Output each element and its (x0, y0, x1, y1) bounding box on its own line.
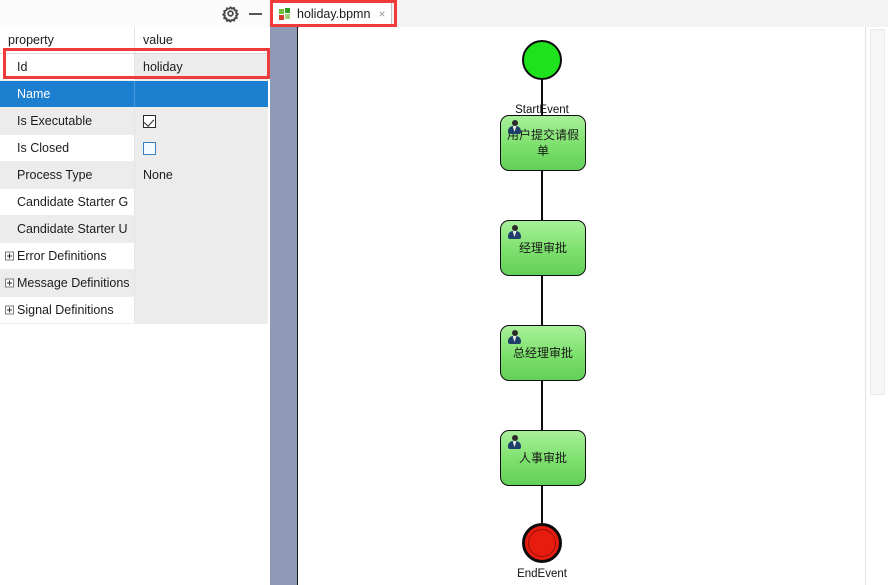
is-executable-checkbox[interactable] (143, 114, 156, 128)
row-label-name: Name (0, 81, 135, 107)
application-window: holiday.bpmn × property value Id holiday… (0, 0, 888, 585)
user-task-icon (507, 120, 522, 135)
row-value-is-executable[interactable] (135, 108, 268, 134)
row-label-candidate-starter-g: Candidate Starter G (0, 189, 135, 215)
properties-table-empty-area (0, 372, 268, 585)
gear-icon[interactable] (221, 4, 240, 23)
topbar-right-filler (865, 0, 888, 27)
row-label-error-definitions: Error Definitions (0, 243, 135, 269)
row-value-error-definitions[interactable] (135, 243, 268, 269)
row-value-process-type[interactable]: None (135, 162, 268, 188)
task-node-4[interactable]: 人事审批 (500, 430, 586, 486)
table-row[interactable]: Id holiday (0, 54, 268, 81)
close-icon[interactable]: × (378, 8, 385, 20)
top-bar: holiday.bpmn × (0, 0, 888, 28)
table-row[interactable]: Signal Definitions (0, 297, 268, 324)
table-row[interactable]: Error Definitions (0, 243, 268, 270)
task-label: 人事审批 (518, 451, 567, 465)
panel-divider-scrollbar[interactable] (268, 27, 298, 585)
task-node-2[interactable]: 经理审批 (500, 220, 586, 276)
table-row[interactable]: Is Closed (0, 135, 268, 162)
table-row[interactable]: Name (0, 81, 268, 108)
row-value-id[interactable]: holiday (135, 54, 268, 80)
tab-label: holiday.bpmn (297, 6, 371, 21)
row-label-message-definitions: Message Definitions (0, 270, 135, 296)
row-label-is-executable: Is Executable (0, 108, 135, 134)
end-event-label: EndEvent (517, 568, 567, 580)
table-row[interactable]: Message Definitions (0, 270, 268, 297)
user-task-icon (507, 330, 522, 345)
table-row[interactable]: Is Executable (0, 108, 268, 135)
canvas-vertical-scrollbar[interactable] (865, 27, 888, 585)
row-label-candidate-starter-u: Candidate Starter U (0, 216, 135, 242)
row-label-process-type: Process Type (0, 162, 135, 188)
row-value-candidate-starter-g[interactable] (135, 189, 268, 215)
expand-icon[interactable] (5, 278, 14, 288)
properties-table-header: property value (0, 27, 268, 54)
table-row[interactable]: Candidate Starter G (0, 189, 268, 216)
divider-thumb[interactable] (270, 27, 297, 585)
column-header-property: property (0, 27, 135, 53)
row-value-candidate-starter-u[interactable] (135, 216, 268, 242)
gear-icon-svg (221, 6, 240, 23)
user-task-icon (507, 225, 522, 240)
properties-table: property value Id holiday Name Is Execut… (0, 27, 268, 585)
row-value-name[interactable] (135, 81, 268, 107)
minimize-icon[interactable] (247, 4, 266, 23)
expand-icon[interactable] (5, 251, 14, 261)
table-row[interactable]: Candidate Starter U (0, 216, 268, 243)
properties-panel-toolbar (0, 0, 268, 28)
row-label-id: Id (0, 54, 135, 80)
row-label-signal-definitions: Signal Definitions (0, 297, 135, 323)
row-value-is-closed[interactable] (135, 135, 268, 161)
task-label: 总经理审批 (512, 346, 573, 360)
end-event-node[interactable] (522, 523, 562, 563)
row-value-signal-definitions[interactable] (135, 297, 268, 323)
tab-holiday-bpmn[interactable]: holiday.bpmn × (272, 2, 393, 24)
row-label-is-closed: Is Closed (0, 135, 135, 161)
expand-icon[interactable] (5, 305, 14, 315)
task-node-3[interactable]: 总经理审批 (500, 325, 586, 381)
bpmn-diagram: StartEvent 用户提交请假单 经理审批 (299, 27, 865, 585)
user-task-icon (507, 435, 522, 450)
task-label: 经理审批 (518, 241, 567, 255)
is-closed-checkbox[interactable] (143, 141, 156, 155)
task-node-1[interactable]: 用户提交请假单 (500, 115, 586, 171)
row-value-message-definitions[interactable] (135, 270, 268, 296)
scrollbar-thumb[interactable] (870, 29, 885, 395)
column-header-value: value (143, 33, 173, 47)
bpmn-file-icon (279, 7, 291, 20)
divider-edge (297, 27, 298, 585)
bpmn-diagram-canvas[interactable]: StartEvent 用户提交请假单 经理审批 (299, 27, 865, 585)
start-event-node[interactable] (522, 40, 562, 80)
editor-tab-strip: holiday.bpmn × (268, 0, 888, 28)
minimize-bar (249, 13, 262, 15)
table-row[interactable]: Process Type None (0, 162, 268, 189)
